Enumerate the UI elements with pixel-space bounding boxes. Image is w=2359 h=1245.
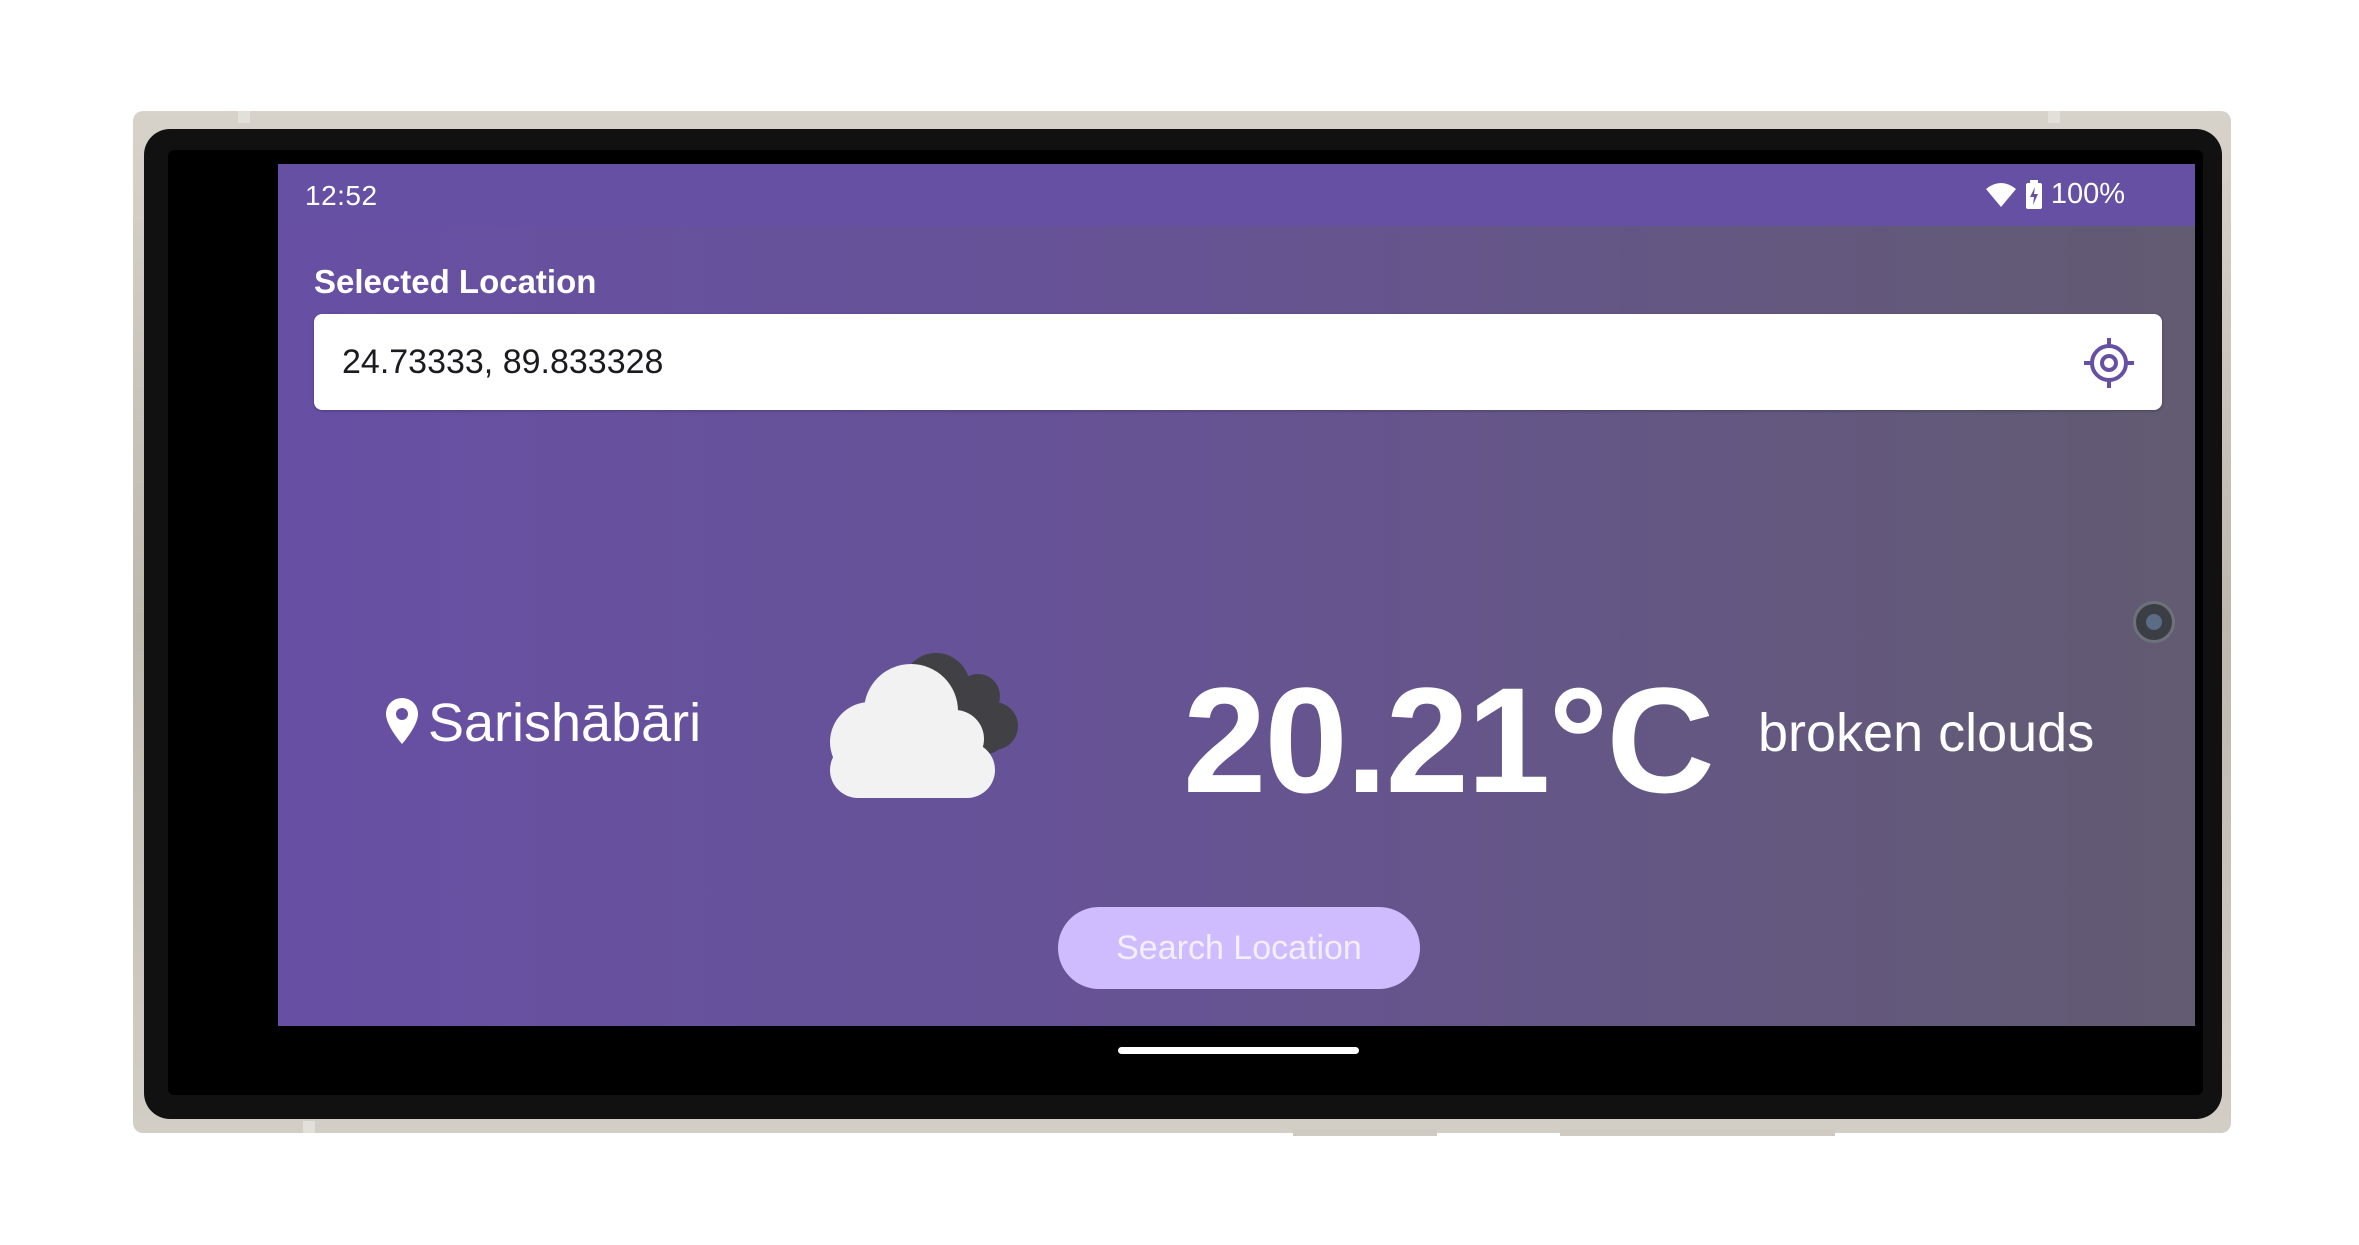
location-pin-icon — [386, 697, 418, 749]
frame-notch — [2048, 111, 2060, 123]
device-screen: 12:52 100% Selected Location 24.73333, 8… — [168, 150, 2203, 1095]
volume-button — [1293, 1129, 1437, 1136]
frame-notch — [238, 111, 250, 123]
wifi-icon — [1985, 182, 2017, 208]
battery-percent: 100% — [2050, 178, 2125, 210]
gesture-nav-handle[interactable] — [1118, 1047, 1359, 1054]
selected-location-label: Selected Location — [314, 263, 597, 300]
status-bar: 12:52 100% — [278, 164, 2195, 226]
location-field[interactable]: 24.73333, 89.833328 — [314, 314, 2162, 410]
place-name: Sarishābāri — [428, 693, 702, 753]
location-coordinates: 24.73333, 89.833328 — [342, 343, 664, 381]
power-button — [1560, 1129, 1835, 1136]
weather-condition: broken clouds — [1758, 703, 2095, 763]
broken-clouds-icon — [818, 644, 1078, 804]
device-stage: 12:52 100% Selected Location 24.73333, 8… — [0, 0, 2359, 1245]
temperature: 20.21°C — [1183, 656, 1715, 824]
weather-summary: Sarishābāri 20.21°C broken clouds — [278, 564, 2195, 864]
search-location-button[interactable]: Search Location — [1058, 907, 1420, 989]
status-icons: 100% — [1985, 178, 2125, 211]
gps-target-icon[interactable] — [2082, 336, 2136, 390]
battery-charging-icon — [2025, 179, 2043, 210]
status-time: 12:52 — [305, 180, 378, 211]
front-camera — [2133, 601, 2175, 643]
frame-notch — [303, 1121, 315, 1133]
weather-app: 12:52 100% Selected Location 24.73333, 8… — [278, 164, 2195, 1026]
place: Sarishābāri — [386, 692, 701, 754]
